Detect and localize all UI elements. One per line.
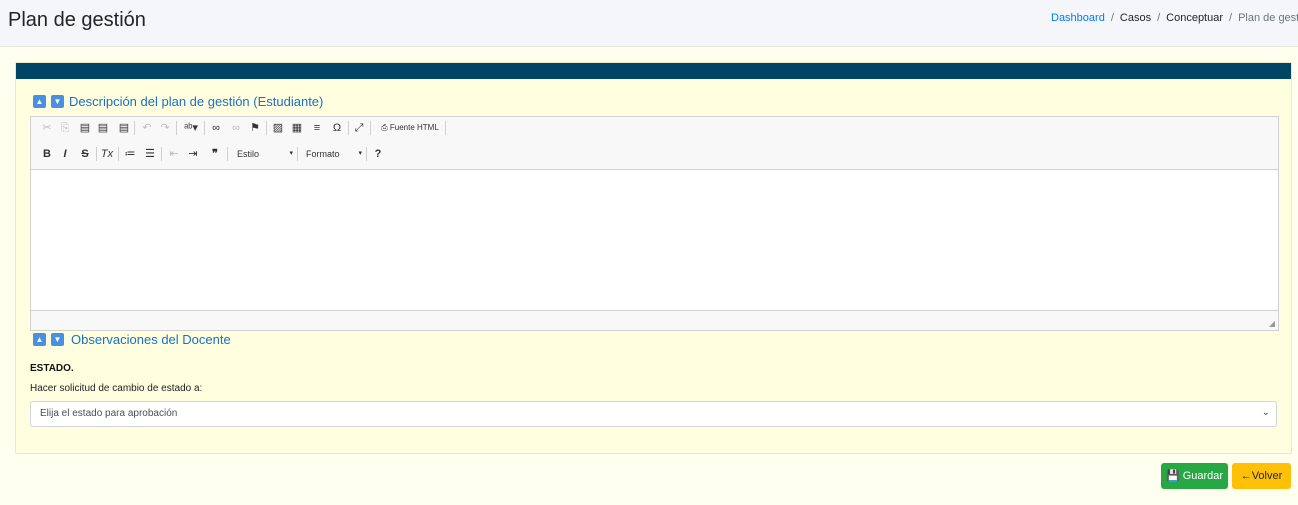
- help-icon[interactable]: ?: [371, 146, 385, 162]
- page-header: Plan de gestión Dashboard / Casos / Conceptu…: [0, 0, 1298, 46]
- back-label: Volver: [1251, 470, 1283, 482]
- remove-format-icon[interactable]: Tx: [100, 146, 114, 162]
- breadcrumb-casos[interactable]: Casos: [1120, 12, 1151, 24]
- special-char-icon[interactable]: Ω: [330, 120, 344, 136]
- editor-toolbar-row-1: ✂ ⎘ ▤ ▤ ▤ ↶ ↷ ᵃᵇ▾ ∞ ∞ ⚑ ▨ ▦ ≡ Ω ⤢ ⎙ Fuen…: [31, 117, 1278, 139]
- breadcrumb-conceptuar[interactable]: Conceptuar: [1166, 12, 1223, 24]
- bulleted-list-icon[interactable]: ☰: [143, 146, 157, 162]
- source-html-icon: ⎙: [381, 123, 388, 132]
- expand-up-icon[interactable]: ▲: [33, 95, 46, 108]
- save-button[interactable]: 💾 Guardar: [1161, 463, 1228, 489]
- copy-icon[interactable]: ⎘: [58, 120, 72, 136]
- breadcrumb-dashboard[interactable]: Dashboard: [1051, 12, 1105, 24]
- horizontal-line-icon[interactable]: ≡: [310, 120, 324, 136]
- italic-icon[interactable]: I: [58, 146, 72, 162]
- maximize-icon[interactable]: ⤢: [352, 120, 366, 136]
- format-combo[interactable]: Formato ▾: [306, 146, 362, 162]
- spellcheck-icon[interactable]: ᵃᵇ▾: [181, 120, 201, 136]
- style-combo[interactable]: Estilo ▾: [237, 146, 293, 162]
- paste-word-icon[interactable]: ▤: [117, 120, 131, 136]
- expand-down-icon[interactable]: ▼: [51, 95, 64, 108]
- style-combo-arrow-icon: ▾: [289, 150, 293, 157]
- source-html-label: Fuente HTML: [389, 123, 439, 132]
- bold-icon[interactable]: B: [40, 146, 54, 162]
- numbered-list-icon[interactable]: ≔: [123, 146, 137, 162]
- strike-icon[interactable]: S: [78, 146, 92, 162]
- paste-text-icon[interactable]: ▤: [96, 120, 110, 136]
- section-descripcion-title[interactable]: Descripción del plan de gestión (Estudia…: [69, 94, 323, 110]
- back-button[interactable]: ←Volver: [1232, 463, 1291, 489]
- page-title: Plan de gestión: [8, 9, 146, 31]
- anchor-flag-icon[interactable]: ⚑: [248, 120, 262, 136]
- save-label: Guardar: [1182, 470, 1224, 482]
- form-card: ▲ ▼ Descripción del plan de gestión (Est…: [15, 62, 1292, 454]
- estado-select[interactable]: Elija el estado para aprobación ⌄: [30, 401, 1277, 427]
- estado-label: ESTADO.: [30, 363, 74, 374]
- section-observaciones-title[interactable]: Observaciones del Docente: [71, 332, 231, 348]
- estado-select-value: Elija el estado para aprobación: [40, 408, 178, 419]
- indent-icon[interactable]: ⇥: [186, 146, 200, 162]
- style-combo-label: Estilo: [237, 149, 260, 159]
- estado-sublabel: Hacer solicitud de cambio de estado a:: [30, 383, 203, 394]
- arrow-left-icon: ←: [1240, 470, 1252, 482]
- resize-handle-icon[interactable]: ◢: [1269, 319, 1275, 328]
- link-icon[interactable]: ∞: [209, 120, 223, 136]
- expand-down-icon-2[interactable]: ▼: [51, 333, 64, 346]
- undo-icon[interactable]: ↶: [140, 120, 154, 136]
- main-content: ▲ ▼ Descripción del plan de gestión (Est…: [0, 46, 1298, 505]
- outdent-icon[interactable]: ⇤: [167, 146, 181, 162]
- breadcrumb: Dashboard/Casos/Conceptuar/Plan de gesti…: [1051, 11, 1298, 25]
- source-html-button[interactable]: ⎙ Fuente HTML: [376, 120, 444, 136]
- card-header-bar: [16, 63, 1291, 79]
- format-combo-label: Formato: [306, 149, 340, 159]
- image-icon[interactable]: ▨: [271, 120, 285, 136]
- unlink-icon[interactable]: ∞: [229, 120, 243, 136]
- editor-content-area[interactable]: [31, 169, 1278, 311]
- expand-up-icon-2[interactable]: ▲: [33, 333, 46, 346]
- cut-icon[interactable]: ✂: [40, 120, 54, 136]
- breadcrumb-current: Plan de gestión: [1238, 12, 1298, 24]
- format-combo-arrow-icon: ▾: [358, 150, 362, 157]
- redo-icon[interactable]: ↷: [158, 120, 172, 136]
- paste-icon[interactable]: ▤: [78, 120, 92, 136]
- blockquote-icon[interactable]: ❞: [207, 146, 223, 162]
- rich-text-editor: ✂ ⎘ ▤ ▤ ▤ ↶ ↷ ᵃᵇ▾ ∞ ∞ ⚑ ▨ ▦ ≡ Ω ⤢ ⎙ Fuen…: [30, 116, 1279, 331]
- save-icon: 💾: [1165, 470, 1180, 482]
- chevron-down-icon: ⌄: [1261, 407, 1270, 418]
- table-icon[interactable]: ▦: [290, 120, 304, 136]
- editor-toolbar-row-2: B I S Tx ≔ ☰ ⇤ ⇥ ❞ Estilo ▾ Formato ▾ ?: [31, 143, 1278, 165]
